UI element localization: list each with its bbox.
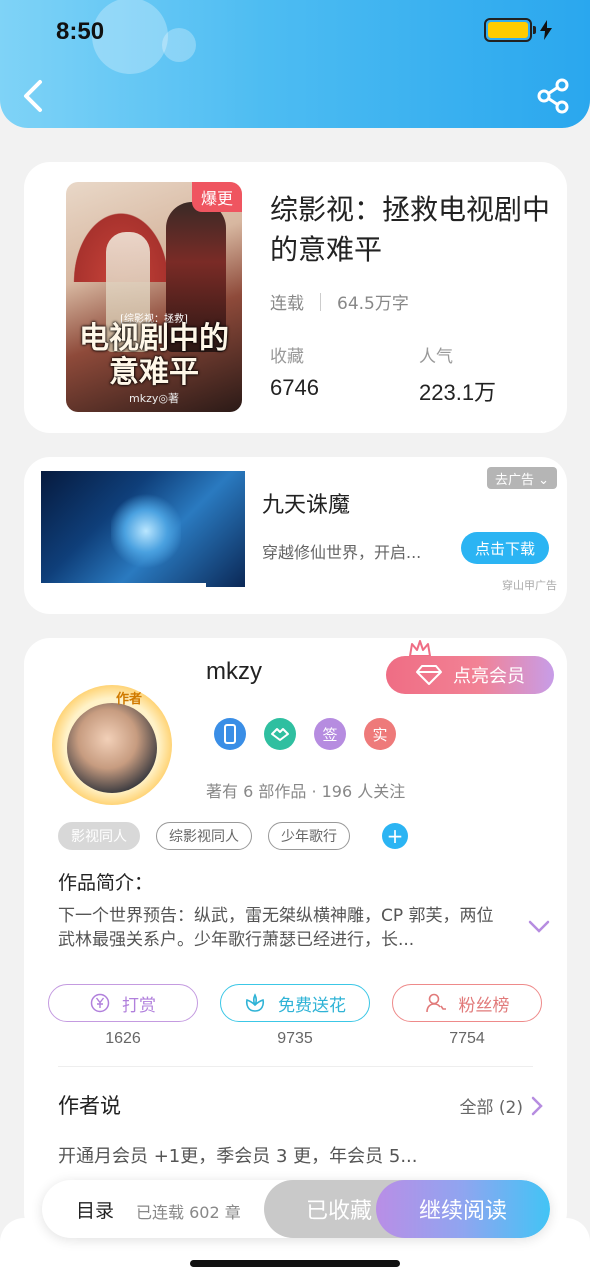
author-says-title: 作者说: [58, 1094, 121, 1118]
author-badges: 签 实: [214, 718, 396, 750]
author-says-text[interactable]: 开通月会员 +1更，季会员 3 更，年会员 5...: [58, 1142, 418, 1168]
share-icon[interactable]: [536, 78, 570, 114]
battery-icon: [484, 18, 536, 42]
collect-value: 6746: [270, 375, 319, 400]
home-indicator: [190, 1260, 400, 1267]
ad-download-button[interactable]: 点击下载: [461, 532, 549, 564]
fans-icon: [425, 993, 446, 1013]
popularity-label: 人气: [419, 347, 453, 367]
bubble-decoration: [162, 28, 196, 62]
flower-action[interactable]: 免费送花 9735: [220, 984, 370, 1048]
sign-badge[interactable]: 签: [314, 718, 346, 750]
verified-badge[interactable]: 实: [364, 718, 396, 750]
tip-action[interactable]: 打赏 1626: [48, 984, 198, 1048]
fans-action[interactable]: 粉丝榜 7754: [392, 984, 542, 1048]
ad-image[interactable]: [41, 471, 245, 587]
status-time: 8:50: [56, 18, 105, 45]
book-cover[interactable]: [综影视：拯救] 电视剧中的意难平 mkzy◎著 爆更: [66, 182, 242, 412]
author-says-all-link[interactable]: 全部 (2): [460, 1093, 543, 1118]
handshake-badge-icon[interactable]: [264, 718, 296, 750]
book-meta: 连载 64.5万字: [270, 289, 409, 314]
word-count: 64.5万字: [337, 294, 409, 314]
diamond-icon: [416, 665, 442, 685]
chevron-down-icon[interactable]: [528, 920, 550, 934]
ad-image-stripe: [41, 583, 206, 587]
ad-image-glow: [111, 491, 181, 571]
author-says-all-label: 全部 (2): [459, 1098, 523, 1118]
chapter-count: 已连载 602 章: [136, 1203, 241, 1222]
flower-count: 9735: [277, 1030, 313, 1047]
meta-divider: [320, 292, 321, 311]
bottom-action-bar: 目录 已连载 602 章 已收藏 继续阅读: [42, 1180, 550, 1238]
add-tag-button[interactable]: +: [382, 823, 408, 849]
yen-icon: [90, 993, 110, 1013]
flower-icon: [245, 993, 265, 1012]
book-status: 连载: [270, 294, 304, 314]
ad-title: 九天诛魔: [262, 493, 351, 518]
author-card: 作者 mkzy 点亮会员 签 实 著有 6 部作品 · 196 人关注 影视同人…: [24, 638, 567, 1238]
author-badge: 作者: [116, 692, 143, 707]
top-header: 8:50: [0, 0, 590, 128]
hot-update-badge: 爆更: [192, 182, 242, 212]
collect-label: 收藏: [270, 347, 304, 367]
intro-text: 下一个世界预告：纵武，雷无桀纵横神雕，CP 郭芙，两位武林最强关系户。少年歌行萧…: [58, 906, 494, 950]
section-divider: [58, 1066, 533, 1067]
tag-item[interactable]: 少年歌行: [268, 822, 350, 850]
member-button[interactable]: 点亮会员: [386, 656, 554, 694]
popularity-value: 223.1万: [419, 380, 497, 405]
member-button-label: 点亮会员: [453, 666, 525, 687]
remove-ad-button[interactable]: 去广告 ⌄: [486, 467, 557, 489]
tag-item[interactable]: 影视同人: [58, 822, 140, 850]
fans-label: 粉丝榜: [458, 995, 510, 1016]
tip-label: 打赏: [122, 995, 156, 1016]
chevron-right-icon: [531, 1096, 543, 1115]
flower-label: 免费送花: [278, 995, 346, 1016]
cover-title: 电视剧中的意难平: [79, 321, 229, 390]
intro-label: 作品简介：: [58, 872, 154, 894]
back-icon[interactable]: [18, 78, 50, 114]
author-tags: 影视同人 综影视同人 少年歌行 +: [58, 822, 408, 850]
tag-item[interactable]: 综影视同人: [156, 822, 252, 850]
book-info-card: [综影视：拯救] 电视剧中的意难平 mkzy◎著 爆更 综影视：拯救电视剧中的意…: [24, 162, 567, 433]
book-title: 综影视：拯救电视剧中的意难平: [270, 193, 551, 266]
phone-badge-icon[interactable]: [214, 718, 246, 750]
fans-button[interactable]: 粉丝榜: [392, 984, 542, 1022]
ad-source: 穿山甲广告: [502, 579, 557, 592]
cover-author: mkzy◎著: [129, 392, 179, 405]
author-avatar[interactable]: [67, 703, 157, 793]
popularity-stat: 人气 223.1万: [419, 342, 496, 407]
charging-icon: [540, 20, 552, 40]
ad-description: 穿越修仙世界，开启...: [262, 543, 422, 562]
author-name[interactable]: mkzy: [206, 658, 262, 686]
fans-count: 7754: [449, 1030, 485, 1047]
flower-button[interactable]: 免费送花: [220, 984, 370, 1022]
tip-count: 1626: [105, 1030, 141, 1047]
toc-button[interactable]: 目录: [76, 1196, 114, 1223]
works-summary: 著有 6 部作品 · 196 人关注: [206, 782, 406, 801]
author-actions: 打赏 1626 免费送花 9735 粉丝榜 7754: [48, 984, 542, 1048]
tip-button[interactable]: 打赏: [48, 984, 198, 1022]
ad-card[interactable]: 九天诛魔 穿越修仙世界，开启... 去广告 ⌄ 点击下载 穿山甲广告: [24, 457, 567, 614]
collect-stat: 收藏 6746: [270, 342, 319, 401]
continue-reading-button[interactable]: 继续阅读: [376, 1180, 550, 1238]
